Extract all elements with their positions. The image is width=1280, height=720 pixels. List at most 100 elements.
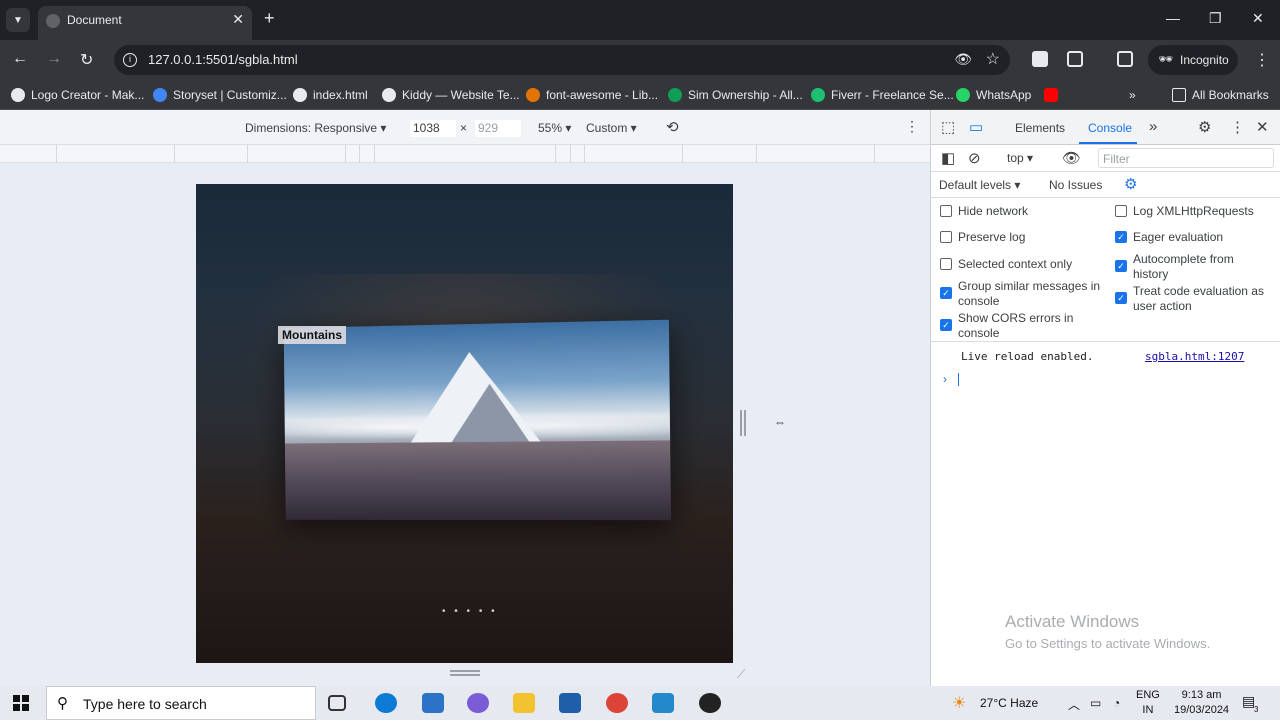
taskbar-search-box[interactable]: ⚲ Type here to search [46, 686, 316, 720]
search-icon: ⚲ [57, 695, 68, 712]
close-devtools-icon[interactable]: ✕ [1256, 118, 1269, 136]
tab-console[interactable]: Console [1088, 121, 1132, 135]
incognito-label: Incognito [1180, 53, 1229, 67]
side-panel-icon[interactable] [1117, 51, 1133, 67]
more-tabs-icon[interactable]: » [1149, 118, 1157, 135]
vscode-icon[interactable] [652, 693, 674, 713]
bookmarks-overflow-icon[interactable]: » [1129, 88, 1136, 102]
folder-icon [1172, 88, 1186, 102]
mail-icon[interactable] [422, 693, 444, 713]
group-similar-checkbox[interactable]: ✓ [940, 287, 952, 299]
tray-chevron-icon[interactable]: ︿ [1068, 696, 1080, 713]
selected-context-checkbox[interactable] [940, 258, 952, 270]
eye-slash-icon[interactable]: 👁 [954, 51, 972, 68]
close-tab-icon[interactable]: ✕ [232, 11, 244, 28]
height-input[interactable]: 929 [475, 120, 521, 137]
option-label: Hide network [958, 204, 1029, 218]
slider-dots[interactable]: • • • • • [442, 606, 498, 617]
site-info-icon[interactable]: i [123, 53, 137, 67]
bookmark-item[interactable]: Storyset | Customiz... [153, 88, 287, 102]
console-settings-gear-icon[interactable]: ⚙ [1124, 175, 1137, 193]
address-bar[interactable]: i 127.0.0.1:5501/sgbla.html 👁 ☆ [114, 45, 1010, 75]
obs-icon[interactable] [699, 693, 721, 713]
bookmark-favicon-icon [668, 88, 682, 102]
extensions-puzzle-icon[interactable] [1067, 51, 1083, 67]
weather-text[interactable]: 27°C Haze [980, 696, 1038, 710]
new-tab-button[interactable]: + [264, 8, 275, 29]
bookmark-item[interactable]: font-awesome - Lib... [526, 88, 658, 102]
tab-search-button[interactable]: ▼ [6, 8, 30, 32]
back-button[interactable]: ← [12, 50, 28, 68]
option-label: Log XMLHttpRequests [1133, 204, 1254, 218]
browser-toolbar: ← → ↻ i 127.0.0.1:5501/sgbla.html 👁 ☆ ⋮ [0, 40, 1280, 80]
store-icon[interactable] [559, 693, 581, 713]
bookmark-star-icon[interactable]: ☆ [986, 49, 1000, 69]
show-cors-checkbox[interactable]: ✓ [940, 319, 952, 331]
autocomplete-checkbox[interactable]: ✓ [1115, 260, 1127, 272]
reload-button[interactable]: ↻ [80, 50, 93, 70]
dimensions-dropdown[interactable]: Dimensions: Responsive ▾ [245, 121, 386, 135]
treat-code-eval-checkbox[interactable]: ✓ [1115, 292, 1127, 304]
width-input[interactable]: 1038 [410, 120, 456, 137]
all-bookmarks[interactable]: All Bookmarks [1172, 88, 1269, 102]
settings-gear-icon[interactable]: ⚙ [1198, 118, 1211, 136]
close-window-button[interactable]: ✕ [1252, 10, 1264, 27]
issues-counter[interactable]: No Issues [1049, 178, 1102, 192]
resize-corner-icon[interactable]: ⟋ [737, 667, 745, 682]
bookmark-item[interactable]: index.html [293, 88, 368, 102]
bookmark-item[interactable]: Kiddy — Website Te... [382, 88, 520, 102]
copilot-icon[interactable] [467, 693, 489, 713]
zoom-dropdown[interactable]: 55% ▾ [538, 121, 571, 135]
language-indicator[interactable]: ENG IN [1136, 688, 1160, 718]
default-levels-dropdown[interactable]: Default levels ▾ [939, 178, 1020, 192]
bookmark-youtube[interactable] [1044, 88, 1064, 102]
bookmark-item[interactable]: WhatsApp [956, 88, 1031, 102]
tab-document[interactable]: Document ✕ [38, 6, 252, 40]
bookmark-favicon-icon [382, 88, 396, 102]
live-expression-eye-icon[interactable]: 👁 [1062, 149, 1081, 167]
restore-button[interactable]: ❐ [1209, 10, 1222, 27]
bookmark-item[interactable]: Logo Creator - Mak... [11, 88, 144, 102]
battery-icon[interactable]: ▭ [1090, 696, 1101, 710]
devtools-menu-icon[interactable]: ⋮ [1230, 118, 1245, 136]
device-toggle-icon[interactable]: ▭ [969, 118, 983, 136]
windows-start-icon[interactable] [13, 695, 29, 711]
bookmark-favicon-icon [956, 88, 970, 102]
edge-icon[interactable] [375, 693, 397, 713]
bookmark-item[interactable]: Fiverr - Freelance Se... [811, 88, 954, 102]
option-label: Show CORS errors in console [958, 311, 1074, 340]
mountain-card-image[interactable] [283, 319, 672, 521]
minimize-button[interactable]: — [1166, 10, 1180, 26]
device-menu-icon[interactable]: ⋮ [905, 118, 919, 135]
console-toolbar: ◧ ⊘ top ▾ 👁 Filter [931, 145, 1280, 172]
task-view-icon[interactable] [328, 695, 346, 711]
throttle-dropdown[interactable]: Custom ▾ [586, 121, 637, 135]
rotate-icon[interactable]: ⟲ [666, 118, 679, 136]
hide-network-checkbox[interactable] [940, 205, 952, 217]
clock[interactable]: 9:13 am 19/03/2024 [1174, 688, 1229, 718]
inspect-element-icon[interactable]: ⬚ [941, 118, 955, 136]
media-query-ruler [0, 145, 930, 163]
preserve-log-checkbox[interactable] [940, 231, 952, 243]
sidebar-toggle-icon[interactable]: ◧ [941, 149, 955, 167]
resize-handle-bottom[interactable] [450, 670, 480, 676]
console-input[interactable] [958, 373, 959, 386]
eager-evaluation-checkbox[interactable]: ✓ [1115, 231, 1127, 243]
clear-console-icon[interactable]: ⊘ [968, 149, 981, 167]
extension-s-icon[interactable] [1032, 51, 1048, 67]
weather-icon[interactable]: ☀ [952, 693, 966, 713]
incognito-badge[interactable]: 🕶 Incognito [1148, 45, 1238, 75]
forward-button[interactable]: → [46, 50, 62, 68]
tab-elements[interactable]: Elements [1015, 121, 1065, 135]
log-xhr-checkbox[interactable] [1115, 205, 1127, 217]
menu-kebab-icon[interactable]: ⋮ [1254, 50, 1270, 70]
filter-input[interactable]: Filter [1098, 148, 1274, 168]
console-log-source-link[interactable]: sgbla.html:1207 [1145, 350, 1244, 363]
wifi-icon[interactable]: ◔ [1113, 696, 1120, 710]
file-explorer-icon[interactable] [513, 693, 535, 713]
resize-handle-right[interactable] [740, 410, 746, 436]
bookmark-item[interactable]: Sim Ownership - All... [668, 88, 803, 102]
globe-icon [46, 14, 60, 28]
chrome-icon[interactable] [606, 693, 628, 713]
context-selector[interactable]: top ▾ [1007, 151, 1033, 165]
